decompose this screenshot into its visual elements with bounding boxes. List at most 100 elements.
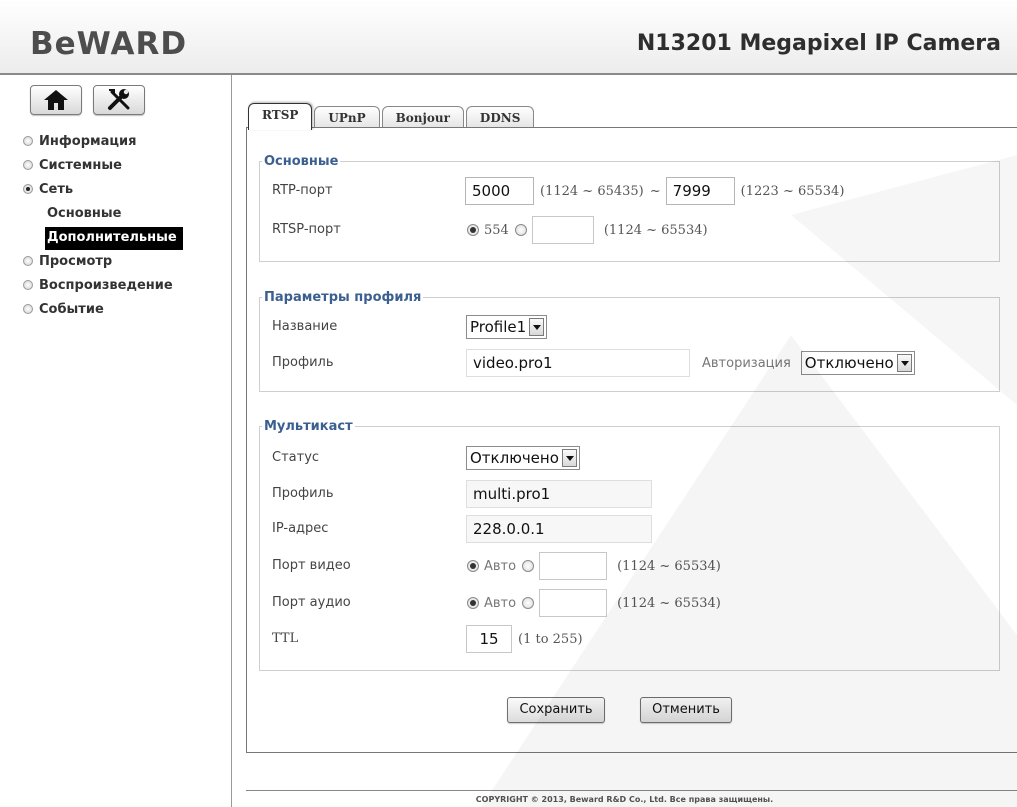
ttl-controls: 15 (1 to 255): [466, 625, 589, 653]
audio-port-label: Порт аудио: [272, 595, 351, 610]
multicast-group-title: Мультикаст: [264, 419, 353, 434]
audio-port-row: Порт аудио Авто (1124 ~ 65534): [272, 589, 972, 617]
auth-label: Авторизация: [702, 355, 791, 371]
copyright-text: COPYRIGHT © 2013, Beward R&D Co., Ltd. В…: [475, 795, 774, 804]
audio-port-controls: Авто (1124 ~ 65534): [467, 589, 727, 617]
video-auto-radio[interactable]: [467, 560, 479, 572]
sidebar-item-label: Просмотр: [39, 254, 113, 269]
sidebar-item-network[interactable]: Сеть: [23, 178, 183, 202]
ttl-label: TTL: [272, 631, 299, 646]
chevron-down-icon: [561, 449, 577, 467]
rtsp-port-controls: 554 (1124 ~ 65534): [467, 216, 714, 244]
rtp-port-to-input[interactable]: 7999: [665, 177, 735, 205]
sidebar-subitem-basic[interactable]: Основные: [23, 202, 183, 226]
multicast-status-row: Статус Отключено: [272, 444, 972, 472]
sidebar-item-label: Системные: [39, 158, 122, 173]
profile-path-label: Профиль: [272, 355, 334, 370]
profile-name-label: Название: [272, 319, 338, 334]
tab-bonjour[interactable]: Bonjour: [381, 106, 464, 129]
menu-bullet-icon: [23, 256, 33, 266]
sidebar-item-label: Информация: [39, 134, 137, 149]
audio-custom-radio[interactable]: [522, 597, 535, 609]
auth-select[interactable]: Отключено: [800, 351, 915, 375]
video-custom-radio[interactable]: [522, 560, 535, 572]
menu-bullet-icon: [23, 136, 33, 146]
sidebar-item-view[interactable]: Просмотр: [23, 250, 183, 274]
tab-upnp[interactable]: UPnP: [314, 106, 380, 129]
multicast-profile-input[interactable]: multi.pro1: [466, 480, 652, 508]
basic-group: Основные: [259, 154, 1000, 262]
sidebar-subitem-label: Дополнительные: [45, 227, 183, 250]
rtp-port-row: RTP-порт 5000 (1124 ~ 65435) ~ 7999 (122…: [272, 177, 972, 205]
video-port-label: Порт видео: [272, 558, 351, 573]
sidebar-subitem-advanced[interactable]: Дополнительные: [23, 226, 183, 250]
cancel-button[interactable]: Отменить: [640, 697, 732, 723]
sidebar-menu: Информация Системные Сеть Основные Допол…: [23, 130, 183, 322]
tab-bar: RTSP UPnP Bonjour DDNS: [248, 102, 536, 130]
multicast-ip-row: IP-адрес 228.0.0.1: [272, 515, 972, 543]
tab-rtsp[interactable]: RTSP: [248, 103, 313, 130]
video-port-input[interactable]: [539, 552, 608, 580]
save-button[interactable]: Сохранить: [507, 697, 605, 723]
rtsp-default-radio[interactable]: [467, 224, 479, 236]
rtsp-port-range: (1124 ~ 65534): [603, 222, 708, 238]
tools-icon: [108, 89, 130, 110]
multicast-status-select[interactable]: Отключено: [466, 446, 580, 470]
profile-name-value: Profile1: [470, 318, 527, 336]
audio-port-input[interactable]: [539, 589, 608, 617]
home-icon: [44, 90, 68, 110]
menu-bullet-icon: [23, 304, 33, 314]
rtp-port-to-range: (1223 ~ 65534): [740, 183, 845, 199]
video-port-controls: Авто (1124 ~ 65534): [467, 552, 727, 580]
multicast-ip-controls: 228.0.0.1: [466, 515, 652, 543]
profile-path-row: Профиль video.pro1 Авторизация Отключено: [272, 349, 972, 377]
profile-path-controls: video.pro1 Авторизация Отключено: [466, 349, 915, 377]
sidebar: Информация Системные Сеть Основные Допол…: [0, 75, 232, 807]
rtsp-custom-radio[interactable]: [514, 224, 527, 236]
video-auto-label: Авто: [484, 558, 517, 574]
sidebar-subitem-label: Основные: [47, 206, 122, 221]
profile-name-select[interactable]: Profile1: [466, 315, 548, 339]
rtp-port-from-input[interactable]: 5000: [465, 177, 534, 205]
home-button[interactable]: [30, 85, 82, 115]
sidebar-item-event[interactable]: Событие: [23, 298, 183, 322]
sidebar-item-playback[interactable]: Воспроизведение: [23, 274, 183, 298]
audio-auto-radio[interactable]: [467, 597, 479, 609]
ttl-input[interactable]: 15: [466, 625, 512, 653]
rtp-port-from-range: (1124 ~ 65435): [540, 183, 644, 199]
rtp-port-controls: 5000 (1124 ~ 65435) ~ 7999 (1223 ~ 65534…: [465, 177, 850, 205]
sidebar-item-info[interactable]: Информация: [23, 130, 183, 154]
menu-bullet-selected-icon: [23, 184, 33, 194]
multicast-ip-input[interactable]: 228.0.0.1: [466, 515, 652, 543]
rtsp-default-value: 554: [484, 222, 509, 238]
chevron-down-icon: [529, 318, 545, 336]
settings-button[interactable]: [93, 85, 146, 115]
video-port-range: (1124 ~ 65534): [617, 558, 721, 574]
top-buttons: [30, 85, 151, 115]
ttl-row: TTL 15 (1 to 255): [272, 625, 972, 653]
page: BeWARD N13201 Megapixel IP Camera Информ…: [0, 0, 1017, 807]
auth-value: Отключено: [804, 354, 894, 372]
profile-path-input[interactable]: video.pro1: [466, 349, 690, 377]
camera-model-title: N13201 Megapixel IP Camera: [636, 31, 1001, 56]
range-separator: ~: [649, 183, 661, 199]
profile-group-title: Параметры профиля: [264, 290, 422, 305]
multicast-profile-controls: multi.pro1: [466, 480, 652, 508]
sidebar-item-system[interactable]: Системные: [23, 154, 183, 178]
menu-bullet-icon: [23, 280, 33, 290]
multicast-ip-label: IP-адрес: [272, 521, 329, 536]
audio-port-range: (1124 ~ 65534): [617, 595, 721, 611]
footer-divider: [246, 790, 1017, 791]
multicast-profile-label: Профиль: [272, 486, 334, 501]
sidebar-item-label: Сеть: [39, 182, 74, 197]
header: BeWARD N13201 Megapixel IP Camera: [0, 0, 1017, 75]
settings-panel: Основные RTP-порт 5000 (1124 ~ 65435) ~ …: [246, 127, 1017, 753]
multicast-status-controls: Отключено: [466, 444, 580, 472]
chevron-down-icon: [896, 354, 912, 372]
tab-ddns[interactable]: DDNS: [465, 106, 535, 129]
basic-group-title: Основные: [264, 154, 339, 169]
rtsp-custom-input[interactable]: [531, 216, 594, 244]
menu-bullet-icon: [23, 160, 33, 170]
rtsp-port-row: RTSP-порт 554 (1124 ~ 65534): [272, 216, 972, 244]
profile-name-row: Название Profile1: [272, 313, 972, 341]
